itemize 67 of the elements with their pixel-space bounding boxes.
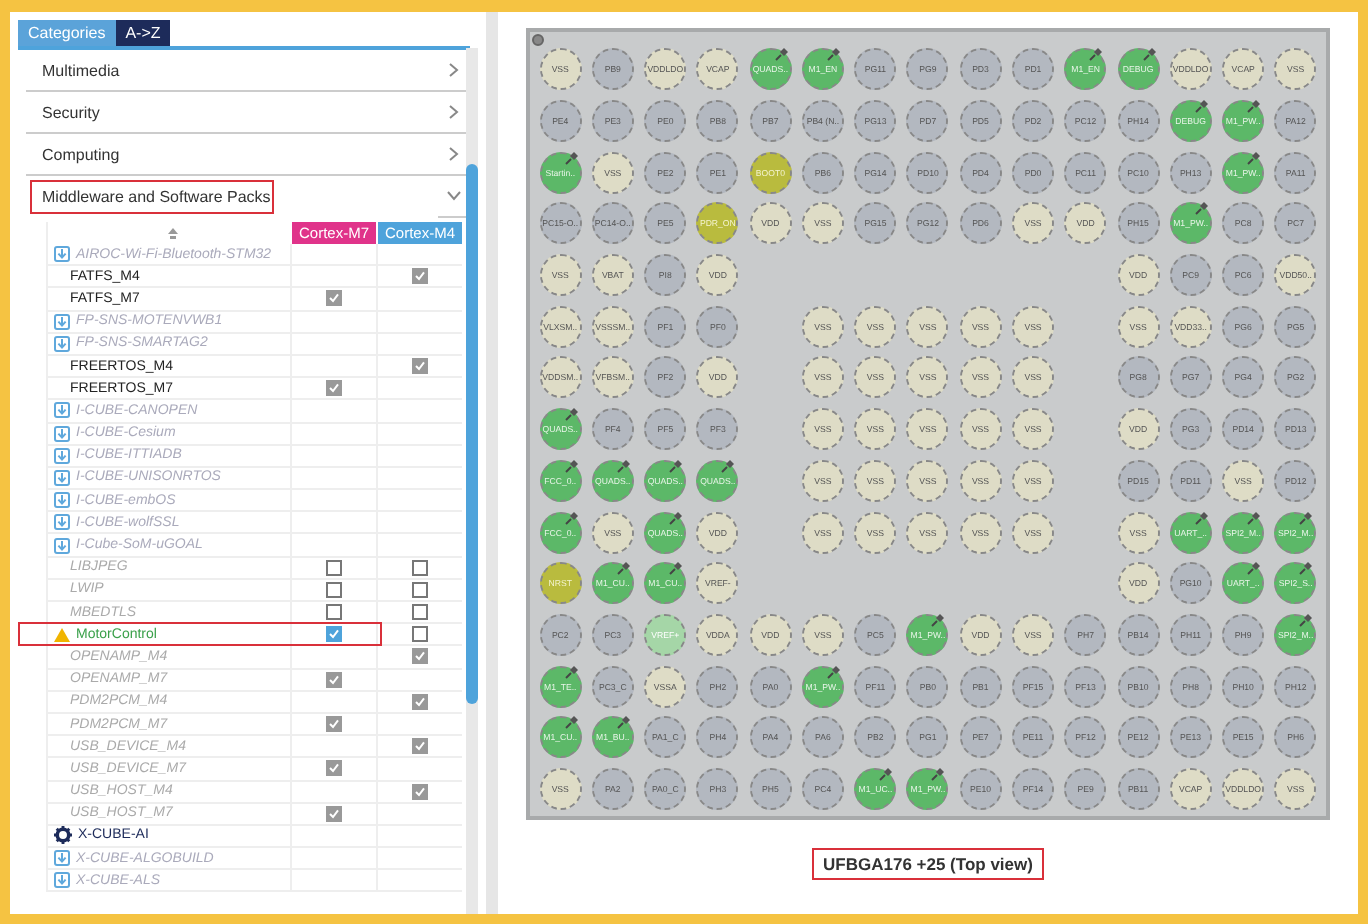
download-icon[interactable] xyxy=(54,447,70,464)
pushpin-icon xyxy=(563,406,580,423)
pushpin-icon xyxy=(878,765,895,782)
pushpin-icon xyxy=(1246,98,1263,115)
package-label: UFBGA176 +25 (Top view) xyxy=(811,848,1045,880)
download-icon[interactable] xyxy=(54,402,70,419)
warning-icon xyxy=(54,627,70,642)
download-icon[interactable] xyxy=(54,335,70,352)
scroll-bar[interactable] xyxy=(466,48,478,914)
pushpin-icon xyxy=(563,509,580,526)
gear-icon xyxy=(54,826,72,845)
tab[interactable]: Categories xyxy=(18,20,116,46)
download-icon[interactable] xyxy=(54,492,70,509)
pushpin-icon xyxy=(1246,149,1263,166)
pushpin-icon xyxy=(1246,560,1263,577)
pushpin-icon xyxy=(773,46,790,63)
sort-icon[interactable] xyxy=(167,227,177,239)
pushpin-icon xyxy=(1141,46,1158,63)
category-item[interactable]: Middleware and Software Packs xyxy=(26,176,278,218)
category-item[interactable]: Multimedia xyxy=(26,50,438,92)
checkbox[interactable] xyxy=(326,581,342,598)
pushpin-icon xyxy=(1193,98,1210,115)
pushpin-icon xyxy=(1298,611,1315,628)
chevron-down-icon[interactable] xyxy=(446,190,462,202)
chevron-right-icon[interactable] xyxy=(448,146,460,162)
pushpin-icon xyxy=(720,457,737,474)
download-icon[interactable] xyxy=(54,313,70,330)
pushpin-icon xyxy=(1298,560,1315,577)
category-item[interactable]: Security xyxy=(26,92,438,134)
pushpin-icon xyxy=(615,714,632,731)
chevron-right-icon[interactable] xyxy=(448,62,460,78)
download-icon[interactable] xyxy=(54,850,70,867)
pushpin-icon xyxy=(668,560,685,577)
pushpin-icon xyxy=(930,611,947,628)
checkbox[interactable] xyxy=(412,559,428,576)
pushpin-icon xyxy=(668,509,685,526)
pushpin-icon xyxy=(1193,200,1210,217)
pushpin-icon xyxy=(825,663,842,680)
checkbox[interactable] xyxy=(326,626,342,643)
pushpin-icon xyxy=(930,765,947,782)
pushpin-icon xyxy=(615,560,632,577)
download-icon[interactable] xyxy=(54,246,70,263)
checkbox[interactable] xyxy=(326,604,342,621)
checkbox[interactable] xyxy=(412,604,428,621)
pushpin-icon xyxy=(1246,509,1263,526)
checkbox[interactable] xyxy=(412,581,428,598)
download-icon[interactable] xyxy=(54,872,70,889)
pin-one-marker-icon xyxy=(532,34,544,46)
pushpin-icon xyxy=(563,714,580,731)
download-icon[interactable] xyxy=(54,537,70,554)
pushpin-icon xyxy=(563,149,580,166)
pushpin-icon xyxy=(1193,509,1210,526)
download-icon[interactable] xyxy=(54,425,70,442)
category-item[interactable]: Computing xyxy=(26,134,438,176)
download-icon[interactable] xyxy=(54,469,70,486)
pushpin-icon xyxy=(668,457,685,474)
checkbox[interactable] xyxy=(326,559,342,576)
chevron-right-icon[interactable] xyxy=(448,104,460,120)
pushpin-icon xyxy=(1298,509,1315,526)
checkbox[interactable] xyxy=(412,626,428,643)
tab[interactable]: A->Z xyxy=(115,20,171,46)
pushpin-icon xyxy=(615,457,632,474)
download-icon[interactable] xyxy=(54,514,70,531)
pushpin-icon xyxy=(563,457,580,474)
pushpin-icon xyxy=(825,46,842,63)
pushpin-icon xyxy=(1088,46,1105,63)
pushpin-icon xyxy=(563,663,580,680)
